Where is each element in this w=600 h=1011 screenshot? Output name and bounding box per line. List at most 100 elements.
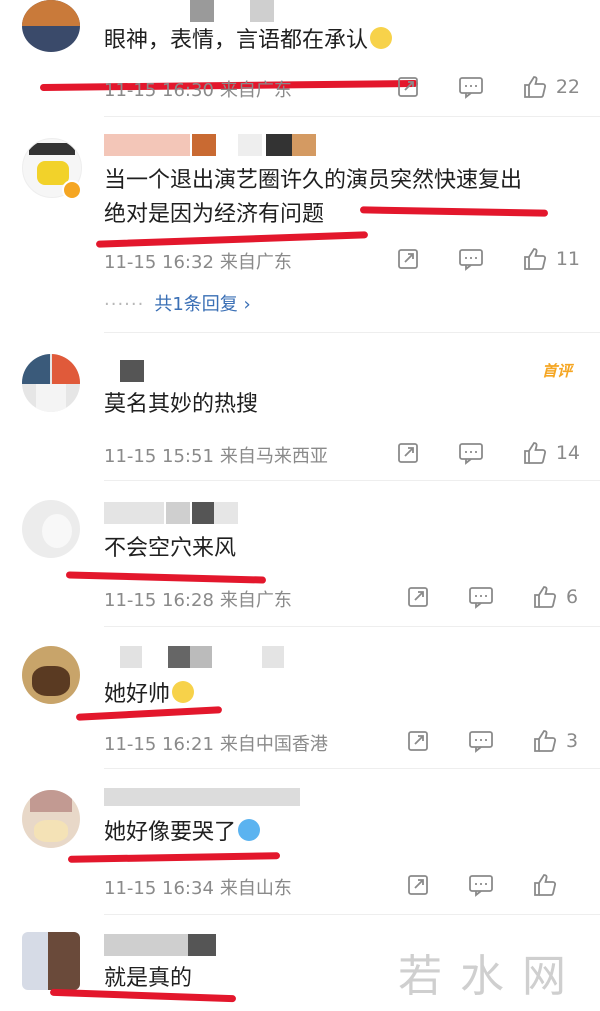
comment-icon bbox=[458, 443, 483, 465]
share-icon bbox=[408, 587, 428, 607]
divider bbox=[104, 626, 600, 627]
avatar[interactable] bbox=[22, 354, 80, 412]
comment-meta: 11-15 16:32 来自广东 bbox=[104, 248, 292, 274]
like-button[interactable]: 3 bbox=[532, 728, 580, 754]
like-count: 11 bbox=[555, 248, 580, 270]
reply-button[interactable] bbox=[468, 585, 494, 609]
comment-location: 来自广东 bbox=[219, 252, 292, 273]
like-button[interactable] bbox=[532, 872, 580, 898]
reply-button[interactable] bbox=[458, 441, 484, 465]
avatar[interactable] bbox=[22, 0, 80, 52]
reply-button[interactable] bbox=[468, 873, 494, 897]
avatar[interactable] bbox=[22, 932, 80, 990]
reply-button[interactable] bbox=[458, 247, 484, 271]
username-mosaic[interactable] bbox=[104, 502, 238, 524]
divider bbox=[104, 914, 600, 915]
share-button[interactable] bbox=[406, 873, 430, 897]
avatar[interactable] bbox=[22, 790, 80, 848]
view-replies-link[interactable]: ······ 共1条回复 › bbox=[104, 290, 251, 316]
username-mosaic[interactable] bbox=[104, 934, 216, 956]
comment-text: 不会空穴来风 bbox=[104, 536, 237, 561]
like-button[interactable]: 11 bbox=[522, 246, 580, 272]
share-icon bbox=[397, 443, 418, 463]
share-button[interactable] bbox=[406, 585, 430, 609]
comment-time: 11-15 16:32 bbox=[104, 252, 214, 273]
verified-badge bbox=[62, 180, 82, 200]
avatar[interactable] bbox=[22, 500, 80, 558]
username-mosaic[interactable] bbox=[120, 360, 144, 382]
divider bbox=[104, 768, 600, 769]
comment-location: 来自马来西亚 bbox=[219, 446, 328, 467]
username-mosaic[interactable] bbox=[104, 788, 300, 810]
comment-icon bbox=[458, 77, 483, 99]
comment-text: 莫名其妙的热搜 bbox=[104, 392, 259, 417]
reply-button[interactable] bbox=[468, 729, 494, 753]
highlight-underline bbox=[95, 231, 369, 248]
divider bbox=[104, 116, 600, 117]
avatar[interactable] bbox=[22, 646, 80, 704]
username-mosaic[interactable] bbox=[120, 646, 284, 668]
share-button[interactable] bbox=[396, 441, 420, 465]
comment-meta: 11-15 16:28 来自广东 bbox=[104, 586, 292, 612]
username-mosaic[interactable] bbox=[190, 0, 274, 22]
divider bbox=[104, 480, 600, 481]
share-icon bbox=[397, 77, 418, 97]
emoji-icon bbox=[370, 27, 393, 49]
comment-text: 眼神，表情，言语都在承认 bbox=[104, 24, 393, 58]
comment-meta: 11-15 16:30 来自广东 bbox=[104, 76, 292, 102]
comment-actions: 14 bbox=[358, 440, 580, 466]
comment-actions bbox=[368, 872, 580, 898]
comment-time: 11-15 16:28 bbox=[104, 590, 214, 611]
divider bbox=[104, 332, 600, 333]
replies-label: 共1条回复 bbox=[154, 294, 238, 315]
comment-icon bbox=[469, 875, 493, 897]
comment-icon bbox=[458, 249, 483, 271]
comment-actions: 6 bbox=[368, 584, 580, 610]
comment-meta: 11-15 15:51 来自马来西亚 bbox=[104, 442, 328, 468]
watermark: 若水网 bbox=[398, 951, 584, 1002]
comment-location: 来自中国香港 bbox=[219, 734, 328, 755]
reply-button[interactable] bbox=[458, 75, 484, 99]
emoji-icon bbox=[238, 819, 261, 841]
replies-dots: ······ bbox=[104, 294, 145, 315]
comment-actions: 3 bbox=[368, 728, 580, 754]
like-icon bbox=[523, 442, 546, 464]
comment-location: 来自广东 bbox=[219, 80, 292, 101]
share-button[interactable] bbox=[406, 729, 430, 753]
share-icon bbox=[397, 249, 418, 269]
like-icon bbox=[523, 76, 546, 98]
comment-time: 11-15 16:34 bbox=[104, 878, 214, 899]
comment-time: 11-15 16:21 bbox=[104, 734, 214, 755]
comment-meta: 11-15 16:21 来自中国香港 bbox=[104, 730, 328, 756]
comment-text: 她好帅 bbox=[104, 678, 195, 712]
comment-text: 她好像要哭了 bbox=[104, 816, 261, 850]
like-icon bbox=[534, 874, 557, 896]
highlight-underline bbox=[65, 571, 267, 584]
emoji-icon bbox=[172, 681, 195, 703]
comment-meta: 11-15 16:34 来自山东 bbox=[104, 874, 292, 900]
comment-location: 来自山东 bbox=[219, 878, 292, 899]
comment-actions: 11 bbox=[358, 246, 580, 272]
like-button[interactable]: 14 bbox=[522, 440, 580, 466]
like-count: 3 bbox=[566, 730, 579, 752]
like-icon bbox=[523, 248, 546, 270]
comment-location: 来自广东 bbox=[219, 590, 292, 611]
comment-time: 11-15 15:51 bbox=[104, 446, 214, 467]
first-comment-badge: 首评 bbox=[541, 362, 572, 380]
comment-icon bbox=[469, 731, 493, 753]
username-mosaic[interactable] bbox=[104, 134, 316, 156]
comment-time: 11-15 16:30 bbox=[104, 80, 214, 101]
chevron-right-icon: › bbox=[243, 294, 251, 315]
like-button[interactable]: 6 bbox=[532, 584, 580, 610]
like-count: 14 bbox=[555, 442, 580, 464]
share-button[interactable] bbox=[396, 247, 420, 271]
comment-icon bbox=[469, 587, 493, 609]
comment-text: 当一个退出演艺圈许久的演员突然快速复出 绝对是因为经济有问题 bbox=[104, 168, 523, 227]
like-icon bbox=[534, 586, 557, 608]
like-button[interactable]: 22 bbox=[522, 74, 580, 100]
share-icon bbox=[408, 875, 428, 895]
like-count: 6 bbox=[566, 586, 579, 608]
share-button[interactable] bbox=[396, 75, 420, 99]
like-icon bbox=[534, 730, 557, 752]
share-icon bbox=[408, 731, 428, 751]
